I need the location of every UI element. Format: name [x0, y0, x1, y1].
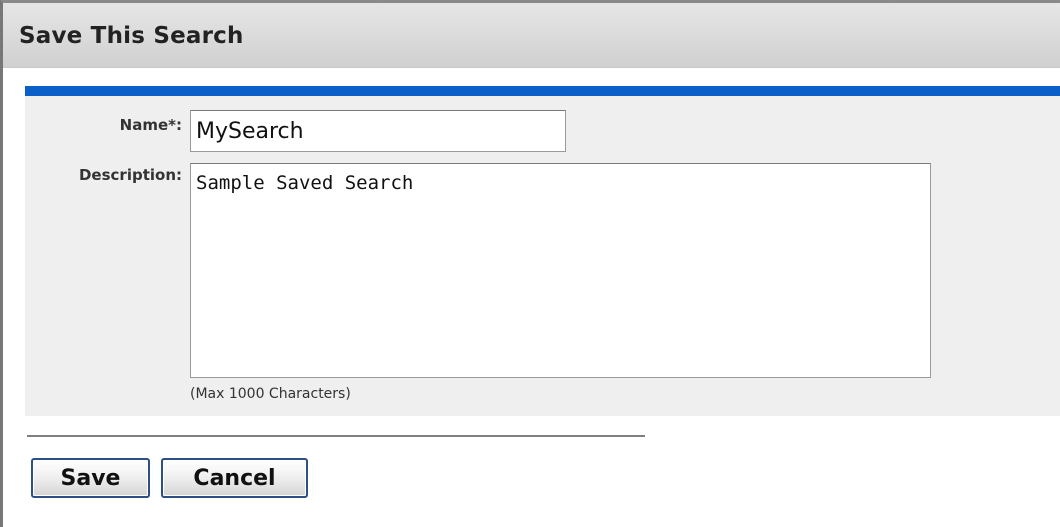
accent-bar: [25, 86, 1060, 96]
description-textarea[interactable]: Sample Saved Search: [190, 163, 931, 378]
save-search-dialog: Save This Search Name*: Description: Sam…: [0, 0, 1060, 527]
divider: [27, 435, 645, 437]
description-max-hint: (Max 1000 Characters): [190, 386, 351, 402]
name-label: Name*:: [119, 116, 182, 134]
cancel-button[interactable]: Cancel: [161, 458, 308, 498]
form-panel: Name*: Description: Sample Saved Search …: [25, 86, 1060, 416]
description-label: Description:: [78, 166, 182, 184]
title-bar: Save This Search: [3, 3, 1060, 68]
dialog-title: Save This Search: [19, 23, 244, 49]
save-button[interactable]: Save: [31, 458, 150, 498]
name-input[interactable]: [190, 110, 566, 152]
